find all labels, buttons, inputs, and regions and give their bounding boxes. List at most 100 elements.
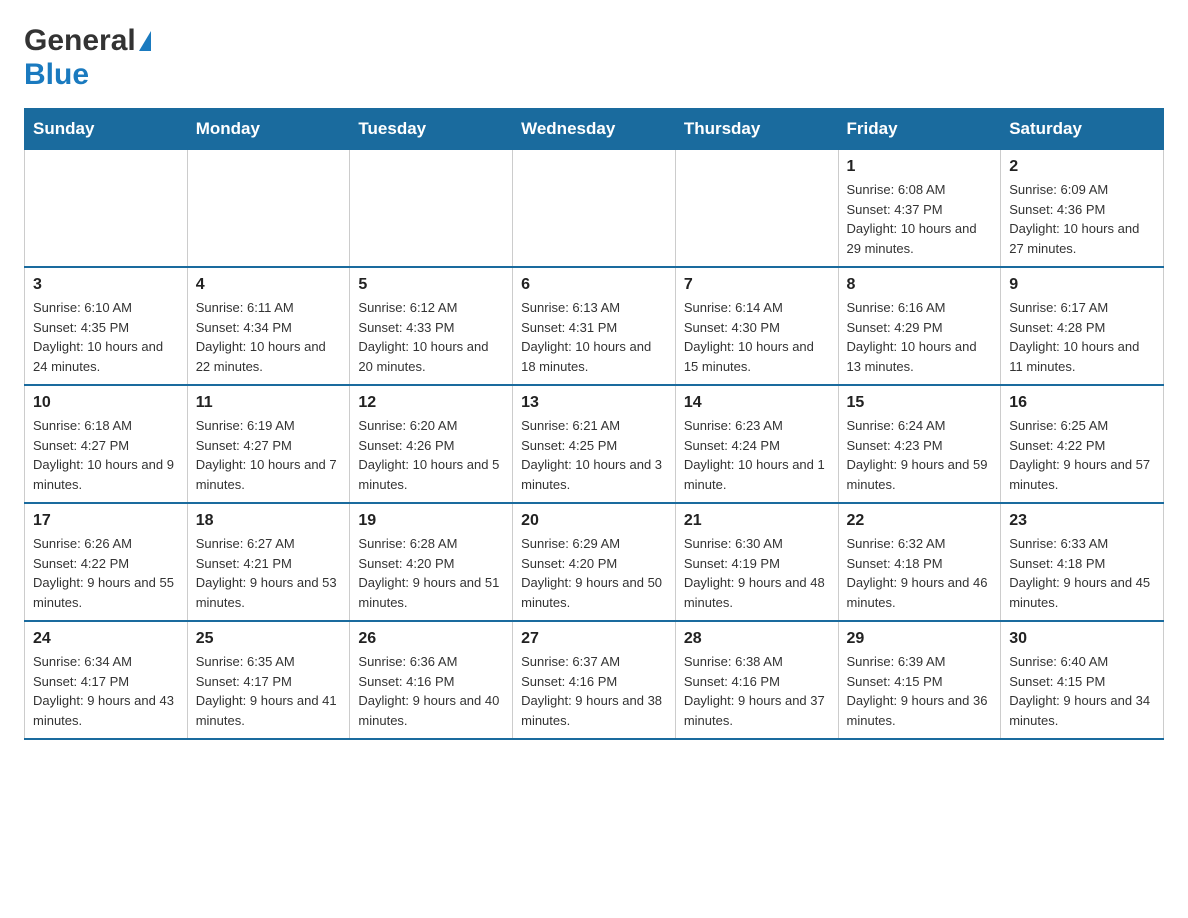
calendar-day: 1 Sunrise: 6:08 AMSunset: 4:37 PMDaylight… (838, 150, 1001, 268)
calendar-day (675, 150, 838, 268)
day-info: Sunrise: 6:11 AMSunset: 4:34 PMDaylight:… (196, 298, 342, 376)
day-info: Sunrise: 6:24 AMSunset: 4:23 PMDaylight:… (847, 416, 993, 494)
day-number: 6 (521, 276, 667, 294)
calendar-day: 18 Sunrise: 6:27 AMSunset: 4:21 PMDayligh… (187, 503, 350, 621)
weekday-header-tuesday: Tuesday (350, 109, 513, 150)
calendar-day: 3 Sunrise: 6:10 AMSunset: 4:35 PMDaylight… (25, 267, 188, 385)
weekday-header-thursday: Thursday (675, 109, 838, 150)
calendar-day: 14 Sunrise: 6:23 AMSunset: 4:24 PMDayligh… (675, 385, 838, 503)
calendar-day: 19 Sunrise: 6:28 AMSunset: 4:20 PMDayligh… (350, 503, 513, 621)
day-number: 3 (33, 276, 179, 294)
day-number: 23 (1009, 512, 1155, 530)
day-info: Sunrise: 6:34 AMSunset: 4:17 PMDaylight:… (33, 652, 179, 730)
day-info: Sunrise: 6:28 AMSunset: 4:20 PMDaylight:… (358, 534, 504, 612)
day-number: 10 (33, 394, 179, 412)
day-number: 12 (358, 394, 504, 412)
calendar-day: 30Sunrise: 6:40 AMSunset: 4:15 PMDayligh… (1001, 621, 1164, 739)
day-number: 14 (684, 394, 830, 412)
calendar-day (25, 150, 188, 268)
calendar-day: 13 Sunrise: 6:21 AMSunset: 4:25 PMDayligh… (513, 385, 676, 503)
day-number: 2 (1009, 158, 1155, 176)
day-number: 5 (358, 276, 504, 294)
calendar-day: 7 Sunrise: 6:14 AMSunset: 4:30 PMDaylight… (675, 267, 838, 385)
weekday-header-saturday: Saturday (1001, 109, 1164, 150)
calendar-day: 29 Sunrise: 6:39 AMSunset: 4:15 PMDayligh… (838, 621, 1001, 739)
calendar-day: 4 Sunrise: 6:11 AMSunset: 4:34 PMDaylight… (187, 267, 350, 385)
calendar-day: 27 Sunrise: 6:37 AMSunset: 4:16 PMDayligh… (513, 621, 676, 739)
day-info: Sunrise: 6:23 AMSunset: 4:24 PMDaylight:… (684, 416, 830, 494)
calendar-week-5: 24 Sunrise: 6:34 AMSunset: 4:17 PMDayligh… (25, 621, 1164, 739)
day-info: Sunrise: 6:38 AMSunset: 4:16 PMDaylight:… (684, 652, 830, 730)
logo: General Blue (24, 24, 149, 92)
calendar-day: 21 Sunrise: 6:30 AMSunset: 4:19 PMDayligh… (675, 503, 838, 621)
weekday-header-wednesday: Wednesday (513, 109, 676, 150)
day-number: 13 (521, 394, 667, 412)
day-number: 1 (847, 158, 993, 176)
day-number: 22 (847, 512, 993, 530)
day-number: 19 (358, 512, 504, 530)
day-number: 4 (196, 276, 342, 294)
day-info: Sunrise: 6:29 AMSunset: 4:20 PMDaylight:… (521, 534, 667, 612)
logo-arrow-icon (139, 31, 151, 51)
day-info: Sunrise: 6:25 AMSunset: 4:22 PMDaylight:… (1009, 416, 1155, 494)
weekday-header-friday: Friday (838, 109, 1001, 150)
day-number: 7 (684, 276, 830, 294)
day-info: Sunrise: 6:17 AMSunset: 4:28 PMDaylight:… (1009, 298, 1155, 376)
day-info: Sunrise: 6:30 AMSunset: 4:19 PMDaylight:… (684, 534, 830, 612)
day-number: 8 (847, 276, 993, 294)
calendar-week-2: 3 Sunrise: 6:10 AMSunset: 4:35 PMDaylight… (25, 267, 1164, 385)
day-number: 21 (684, 512, 830, 530)
weekday-header-row: SundayMondayTuesdayWednesdayThursdayFrid… (25, 109, 1164, 150)
day-info: Sunrise: 6:35 AMSunset: 4:17 PMDaylight:… (196, 652, 342, 730)
calendar-day: 15 Sunrise: 6:24 AMSunset: 4:23 PMDayligh… (838, 385, 1001, 503)
calendar-week-4: 17Sunrise: 6:26 AMSunset: 4:22 PMDayligh… (25, 503, 1164, 621)
calendar-day: 12 Sunrise: 6:20 AMSunset: 4:26 PMDayligh… (350, 385, 513, 503)
calendar-day: 24 Sunrise: 6:34 AMSunset: 4:17 PMDayligh… (25, 621, 188, 739)
day-number: 16 (1009, 394, 1155, 412)
calendar-day: 16 Sunrise: 6:25 AMSunset: 4:22 PMDayligh… (1001, 385, 1164, 503)
day-info: Sunrise: 6:32 AMSunset: 4:18 PMDaylight:… (847, 534, 993, 612)
calendar-day: 25 Sunrise: 6:35 AMSunset: 4:17 PMDayligh… (187, 621, 350, 739)
day-info: Sunrise: 6:10 AMSunset: 4:35 PMDaylight:… (33, 298, 179, 376)
day-info: Sunrise: 6:18 AMSunset: 4:27 PMDaylight:… (33, 416, 179, 494)
logo-general-text: General (24, 24, 136, 58)
calendar-day: 26Sunrise: 6:36 AMSunset: 4:16 PMDayligh… (350, 621, 513, 739)
day-info: Sunrise: 6:20 AMSunset: 4:26 PMDaylight:… (358, 416, 504, 494)
day-number: 20 (521, 512, 667, 530)
calendar-header: SundayMondayTuesdayWednesdayThursdayFrid… (25, 109, 1164, 150)
day-info: Sunrise: 6:36 AMSunset: 4:16 PMDaylight:… (358, 652, 504, 730)
day-info: Sunrise: 6:27 AMSunset: 4:21 PMDaylight:… (196, 534, 342, 612)
day-number: 30 (1009, 630, 1155, 648)
day-number: 28 (684, 630, 830, 648)
day-info: Sunrise: 6:21 AMSunset: 4:25 PMDaylight:… (521, 416, 667, 494)
page-header: General Blue (24, 24, 1164, 92)
day-info: Sunrise: 6:26 AMSunset: 4:22 PMDaylight:… (33, 534, 179, 612)
day-number: 15 (847, 394, 993, 412)
calendar-week-1: 1 Sunrise: 6:08 AMSunset: 4:37 PMDaylight… (25, 150, 1164, 268)
day-number: 9 (1009, 276, 1155, 294)
day-info: Sunrise: 6:37 AMSunset: 4:16 PMDaylight:… (521, 652, 667, 730)
day-number: 24 (33, 630, 179, 648)
calendar-day: 23 Sunrise: 6:33 AMSunset: 4:18 PMDayligh… (1001, 503, 1164, 621)
calendar-body: 1 Sunrise: 6:08 AMSunset: 4:37 PMDaylight… (25, 150, 1164, 740)
day-info: Sunrise: 6:09 AMSunset: 4:36 PMDaylight:… (1009, 180, 1155, 258)
day-number: 27 (521, 630, 667, 648)
day-info: Sunrise: 6:39 AMSunset: 4:15 PMDaylight:… (847, 652, 993, 730)
day-number: 18 (196, 512, 342, 530)
calendar-day: 28 Sunrise: 6:38 AMSunset: 4:16 PMDayligh… (675, 621, 838, 739)
weekday-header-sunday: Sunday (25, 109, 188, 150)
day-info: Sunrise: 6:14 AMSunset: 4:30 PMDaylight:… (684, 298, 830, 376)
day-info: Sunrise: 6:19 AMSunset: 4:27 PMDaylight:… (196, 416, 342, 494)
calendar-day: 22 Sunrise: 6:32 AMSunset: 4:18 PMDayligh… (838, 503, 1001, 621)
day-number: 25 (196, 630, 342, 648)
day-number: 29 (847, 630, 993, 648)
calendar-day: 20 Sunrise: 6:29 AMSunset: 4:20 PMDayligh… (513, 503, 676, 621)
calendar-day: 2 Sunrise: 6:09 AMSunset: 4:36 PMDaylight… (1001, 150, 1164, 268)
calendar-day: 8Sunrise: 6:16 AMSunset: 4:29 PMDaylight… (838, 267, 1001, 385)
day-info: Sunrise: 6:33 AMSunset: 4:18 PMDaylight:… (1009, 534, 1155, 612)
day-info: Sunrise: 6:08 AMSunset: 4:37 PMDaylight:… (847, 180, 993, 258)
day-info: Sunrise: 6:13 AMSunset: 4:31 PMDaylight:… (521, 298, 667, 376)
calendar-day (350, 150, 513, 268)
calendar-table: SundayMondayTuesdayWednesdayThursdayFrid… (24, 108, 1164, 740)
day-number: 11 (196, 394, 342, 412)
